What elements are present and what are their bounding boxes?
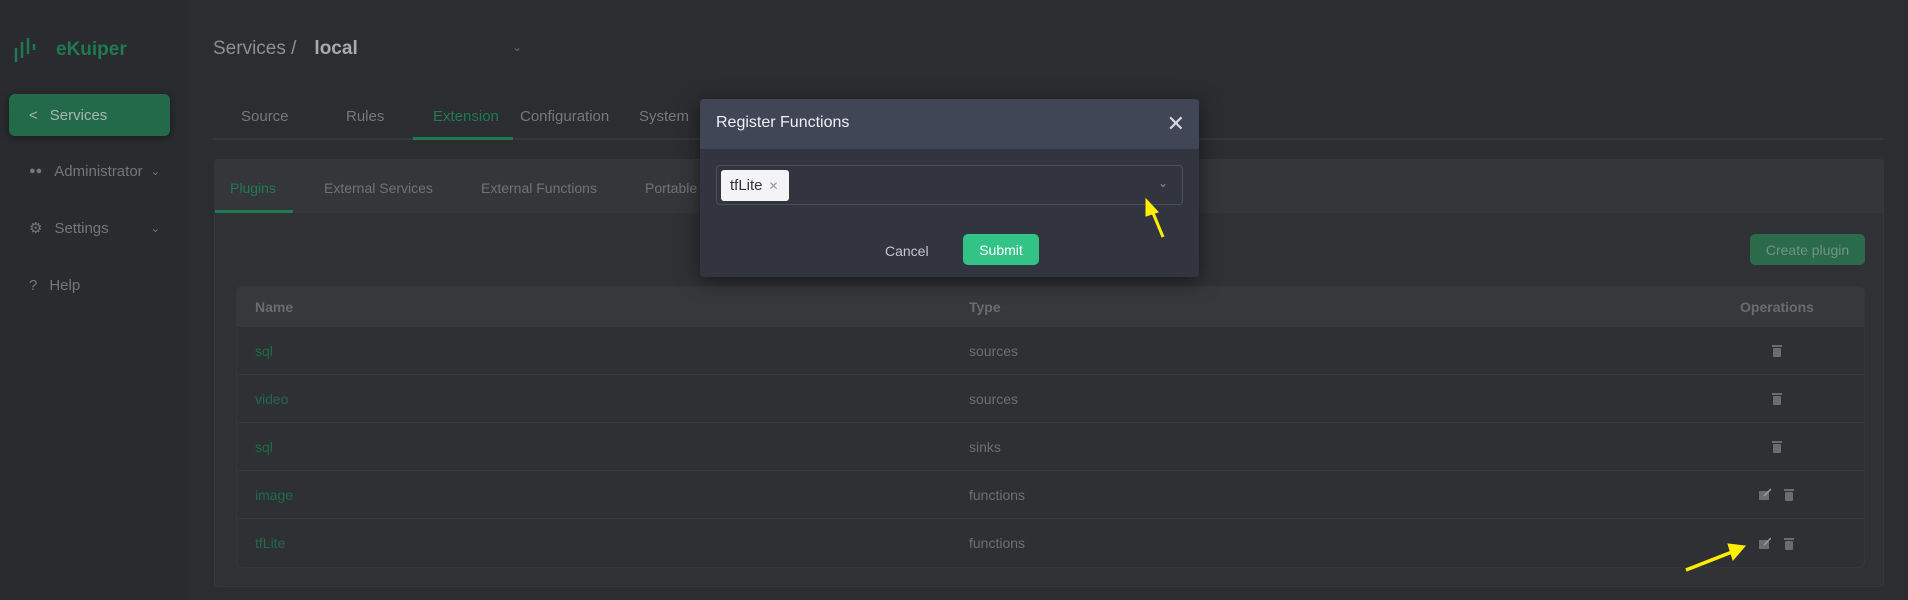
- subtab-external-functions[interactable]: External Functions: [481, 180, 597, 196]
- plugin-name-link[interactable]: tfLite: [255, 535, 285, 551]
- breadcrumb: Services / local: [213, 38, 358, 60]
- share-icon: <: [29, 106, 38, 124]
- logo: eKuiper: [14, 36, 127, 64]
- dialog-title: Register Functions: [716, 114, 850, 131]
- functions-select[interactable]: tfLite ✕ ⌄: [716, 165, 1183, 205]
- logo-icon: [14, 38, 36, 62]
- subtab-plugins[interactable]: Plugins: [230, 180, 276, 196]
- trash-icon[interactable]: [1771, 440, 1783, 453]
- selected-tag: tfLite ✕: [721, 170, 789, 201]
- row-operations: [1727, 392, 1827, 405]
- app-name: eKuiper: [56, 39, 127, 60]
- sidebar-item-administrator[interactable]: ●● Administrator ⌄: [9, 150, 170, 192]
- sidebar-item-settings[interactable]: ⚙ Settings ⌄: [9, 207, 170, 249]
- sidebar-item-label: Administrator: [54, 162, 143, 180]
- submit-button[interactable]: Submit: [963, 234, 1039, 265]
- trash-icon[interactable]: [1771, 392, 1783, 405]
- plugin-type: sources: [969, 342, 1019, 359]
- plugin-name-link[interactable]: image: [255, 487, 293, 503]
- help-icon: ?: [29, 276, 38, 294]
- plugin-name-link[interactable]: sql: [255, 343, 273, 359]
- table-row: sql sinks: [237, 423, 1864, 471]
- register-functions-dialog: Register Functions ✕ tfLite ✕ ⌄ Cancel Su…: [700, 99, 1199, 277]
- close-icon[interactable]: ✕: [1167, 111, 1185, 137]
- header-name: Name: [255, 298, 294, 315]
- cancel-button[interactable]: Cancel: [885, 243, 929, 259]
- header-operations: Operations: [1740, 298, 1814, 315]
- remove-tag-icon[interactable]: ✕: [769, 179, 779, 193]
- plugins-table: Name Type Operations sql sources video sour…: [236, 286, 1865, 568]
- users-icon: ●●: [29, 165, 43, 177]
- sidebar-item-services[interactable]: < Services: [9, 94, 170, 136]
- gear-icon: ⚙: [29, 220, 43, 237]
- tab-source[interactable]: Source: [241, 108, 289, 125]
- breadcrumb-current: local: [314, 38, 358, 59]
- table-header: Name Type Operations: [237, 287, 1864, 327]
- sidebar-item-label: Services: [49, 106, 108, 124]
- active-subtab-indicator: [215, 210, 293, 213]
- trash-icon[interactable]: [1783, 488, 1795, 501]
- row-operations: [1727, 488, 1827, 501]
- table-row: video sources: [237, 375, 1864, 423]
- chevron-down-icon: ⌄: [150, 165, 160, 178]
- tab-configuration[interactable]: Configuration: [520, 108, 609, 125]
- chevron-down-icon[interactable]: ⌄: [512, 40, 522, 54]
- plugin-type: sources: [969, 390, 1019, 407]
- tab-system[interactable]: System: [639, 108, 689, 125]
- subtab-portable[interactable]: Portable: [645, 180, 697, 196]
- dialog-header: Register Functions ✕: [700, 99, 1199, 149]
- row-operations: [1727, 344, 1827, 357]
- row-operations: [1727, 536, 1827, 550]
- plugin-type: functions: [969, 486, 1026, 503]
- breadcrumb-root[interactable]: Services /: [213, 38, 296, 59]
- plugin-name-link[interactable]: video: [255, 391, 288, 407]
- create-plugin-button[interactable]: Create plugin: [1750, 234, 1865, 265]
- table-row: sql sources: [237, 327, 1864, 375]
- trash-icon[interactable]: [1771, 344, 1783, 357]
- plugin-type: sinks: [969, 438, 1001, 455]
- tag-label: tfLite: [730, 177, 763, 194]
- active-tab-indicator: [413, 137, 513, 140]
- edit-icon[interactable]: [1759, 488, 1771, 501]
- table-row: tfLite functions: [237, 519, 1864, 567]
- sidebar-item-label: Settings: [54, 219, 109, 237]
- table-row: image functions: [237, 471, 1864, 519]
- sidebar-item-label: Help: [49, 276, 81, 294]
- header-type: Type: [969, 298, 1001, 315]
- row-operations: [1727, 440, 1827, 453]
- plugin-name-link[interactable]: sql: [255, 439, 273, 455]
- edit-icon[interactable]: [1759, 536, 1771, 550]
- subtab-external-services[interactable]: External Services: [324, 180, 433, 196]
- sidebar-item-help[interactable]: ? Help: [9, 264, 170, 306]
- sidebar: eKuiper < Services ●● Administrator ⌄ ⚙ Sett…: [0, 0, 188, 600]
- plugin-type: functions: [969, 535, 1026, 551]
- chevron-down-icon[interactable]: ⌄: [1158, 176, 1168, 190]
- tab-rules[interactable]: Rules: [346, 108, 384, 125]
- tab-extension[interactable]: Extension: [433, 108, 499, 125]
- chevron-down-icon: ⌄: [150, 222, 160, 235]
- trash-icon[interactable]: [1783, 537, 1795, 550]
